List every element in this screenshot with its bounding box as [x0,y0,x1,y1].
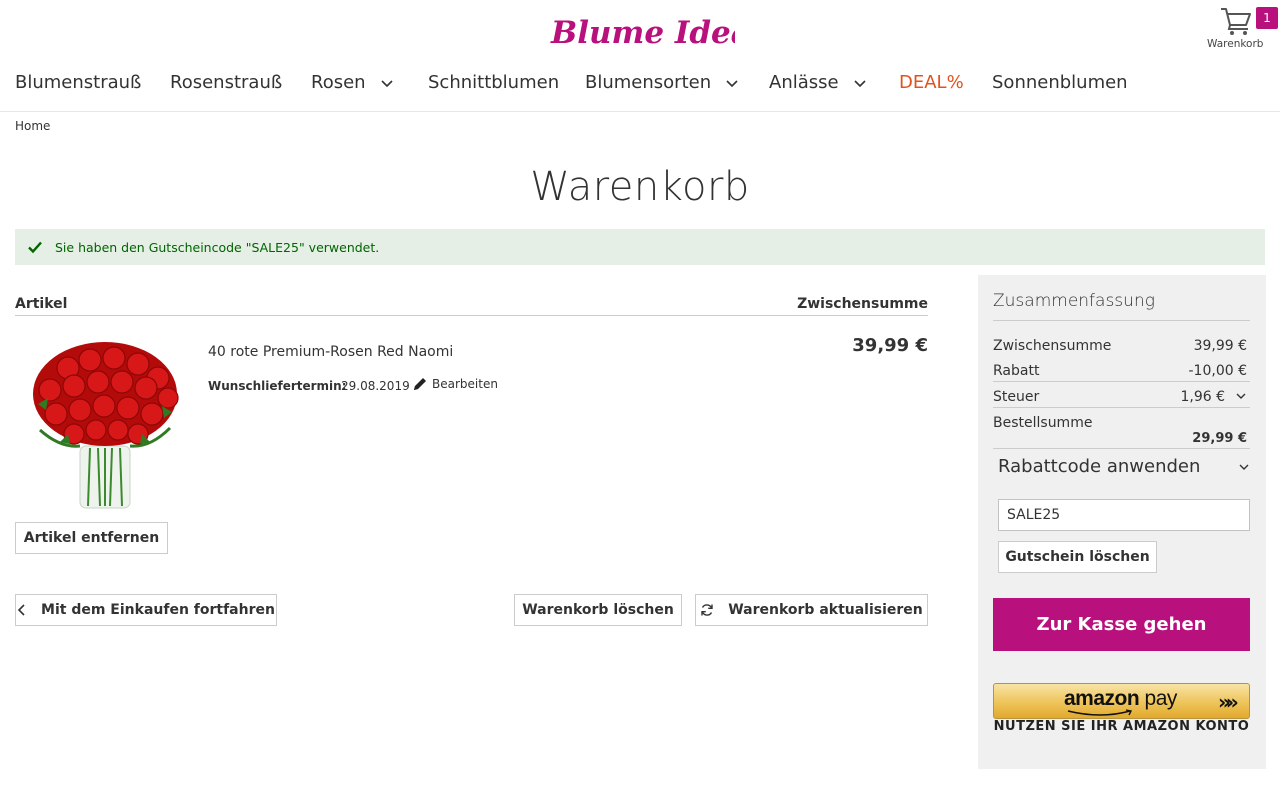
order-summary: Zusammenfassung Zwischensumme 39,99 € Ra… [978,275,1266,769]
chevron-down-icon [381,79,393,87]
table-header-divider [15,315,928,316]
nav-label: Anlässe [769,72,839,93]
amazon-pay-subtitle: NUTZEN SIE IHR AMAZON KONTO [993,719,1250,734]
cart-icon [1221,8,1251,35]
main-nav: Blumenstrauß Rosenstrauß Rosen Schnittbl… [0,64,1280,112]
breadcrumb-home[interactable]: Home [15,119,50,133]
nav-item-deal[interactable]: DEAL% [899,72,964,93]
update-cart-label: Warenkorb aktualisieren [728,602,923,618]
update-cart-button[interactable]: Warenkorb aktualisieren [695,594,928,626]
column-header-article: Artikel [15,296,68,312]
refresh-icon [701,604,713,616]
product-name[interactable]: 40 rote Premium-Rosen Red Naomi [208,344,453,360]
nav-label: Sonnenblumen [992,72,1128,93]
amazon-smile-icon [1067,709,1133,716]
subtotal-label: Zwischensumme [993,338,1112,354]
delivery-date-value: 29.08.2019 [341,379,410,393]
cart-label: Warenkorb [1207,38,1264,50]
amazon-pay-button[interactable]: amazon pay »» [993,683,1250,719]
nav-item-blumenstrauss[interactable]: Blumenstrauß [15,72,141,93]
subtotal-value: 39,99 € [1193,338,1247,354]
pencil-icon [414,378,426,390]
cart-count-badge: 1 [1256,7,1278,29]
arrows-glyph: » [1218,690,1231,714]
chevron-down-icon [1236,393,1246,399]
header-cart-link[interactable]: Warenkorb 1 [1205,4,1278,54]
tax-label: Steuer [993,389,1040,405]
discount-code-toggle[interactable]: Rabattcode anwenden [998,456,1250,477]
nav-label: Blumenstrauß [15,72,142,93]
chevron-down-icon [726,79,738,87]
nav-item-anlaesse[interactable]: Anlässe [769,72,867,93]
nav-item-rosenstrauss[interactable]: Rosenstrauß [170,72,282,93]
success-message-text: Sie haben den Gutscheincode "SALE25" ver… [55,239,380,255]
double-chevron-right-icon: »» [1218,690,1239,714]
summary-divider [993,381,1250,382]
discount-code-heading: Rabattcode anwenden [998,456,1201,477]
nav-label: Rosen [311,72,366,93]
continue-shopping-button[interactable]: Mit dem Einkaufen fortfahren [15,594,277,626]
nav-item-schnittblumen[interactable]: Schnittblumen [428,72,559,93]
continue-shopping-label: Mit dem Einkaufen fortfahren [41,602,275,618]
summary-divider [993,448,1250,449]
nav-item-rosen[interactable]: Rosen [311,72,394,93]
summary-row-subtotal: Zwischensumme 39,99 € [993,338,1247,354]
amazon-pay-logo: amazon pay [1064,687,1177,711]
discount-value: -10,00 € [1188,363,1248,379]
tax-value: 1,96 € [1180,389,1225,405]
remove-coupon-button[interactable]: Gutschein löschen [998,541,1157,573]
page-title: Warenkorb [530,164,750,210]
tax-value-wrap: 1,96 € [1180,389,1247,405]
nav-item-sonnenblumen[interactable]: Sonnenblumen [992,72,1128,93]
order-total-label: Bestellsumme [993,415,1093,431]
arrows-glyph: » [1225,690,1239,714]
amazon-pay-logo-pay: pay [1139,687,1178,710]
checkmark-icon [28,241,42,254]
nav-item-blumensorten[interactable]: Blumensorten [585,72,739,93]
summary-divider [993,407,1250,408]
brand-logo[interactable]: Blume Ideal [547,6,763,56]
delivery-date-label: Wunschliefertermin: [208,379,347,393]
summary-divider [993,320,1250,321]
chevron-left-icon [17,604,25,616]
summary-row-tax[interactable]: Steuer 1,96 € [993,389,1247,405]
discount-label: Rabatt [993,363,1040,379]
summary-title: Zusammenfassung [993,291,1155,311]
chevron-down-icon [1239,464,1249,470]
product-image[interactable] [30,338,180,510]
amazon-pay-logo-amazon: amazon [1064,687,1140,710]
nav-label: DEAL% [899,72,964,93]
remove-item-button[interactable]: Artikel entfernen [15,522,168,554]
nav-label: Blumensorten [585,72,712,93]
chevron-down-icon [854,79,866,87]
summary-row-discount: Rabatt -10,00 € [993,363,1247,379]
nav-label: Schnittblumen [428,72,560,93]
order-total-value: 29,99 € [1192,431,1247,446]
edit-item-link[interactable]: Bearbeiten [412,376,498,392]
svg-text:Blume Ideal: Blume Ideal [550,15,735,51]
coupon-code-input[interactable] [998,499,1250,531]
success-message: Sie haben den Gutscheincode "SALE25" ver… [15,229,1265,265]
edit-item-label: Bearbeiten [432,377,498,391]
clear-cart-button[interactable]: Warenkorb löschen [514,594,682,626]
nav-label: Rosenstrauß [170,72,283,93]
checkout-button[interactable]: Zur Kasse gehen [993,598,1250,651]
column-header-subtotal: Zwischensumme [797,296,928,312]
item-subtotal: 39,99 € [852,335,928,356]
